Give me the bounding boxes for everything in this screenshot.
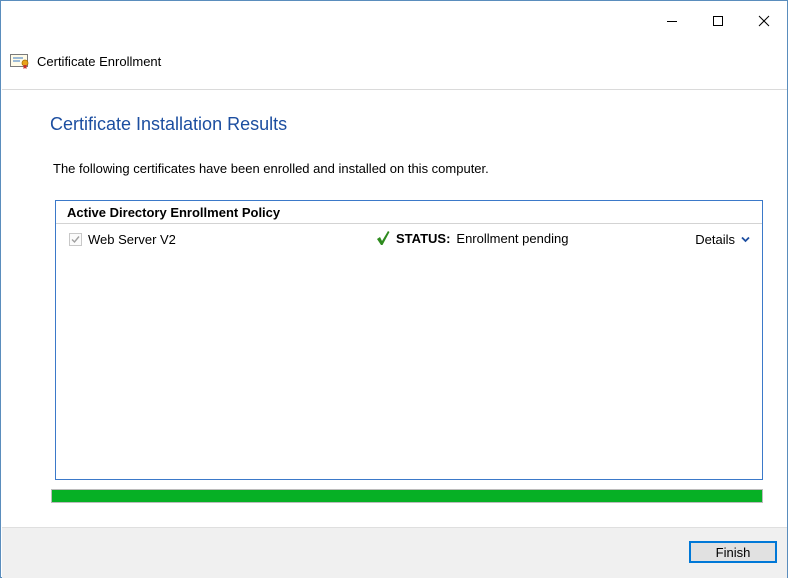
finish-button[interactable]: Finish [689, 541, 777, 563]
progress-bar [51, 489, 763, 503]
certificate-enrollment-window: Certificate Enrollment Certificate Insta… [0, 0, 788, 578]
progress-bar-fill [52, 490, 762, 502]
minimize-button[interactable] [649, 1, 695, 41]
page-description: The following certificates have been enr… [53, 161, 489, 176]
window-header: Certificate Enrollment [10, 51, 161, 71]
status-check-icon [377, 231, 390, 245]
status-label: STATUS: [396, 230, 451, 246]
window-title: Certificate Enrollment [37, 53, 162, 69]
certificate-row: Web Server V2 STATUS: Enrollment pending… [56, 224, 762, 252]
results-panel: Active Directory Enrollment Policy Web S… [55, 200, 763, 480]
maximize-button[interactable] [695, 1, 741, 41]
certificate-name: Web Server V2 [88, 232, 176, 247]
chevron-down-icon [741, 236, 750, 243]
wizard-footer: Finish [2, 527, 787, 578]
details-label: Details [695, 232, 735, 247]
wizard-content: Certificate Installation Results The fol… [2, 89, 787, 527]
certificate-checkbox [69, 233, 82, 246]
caption-buttons [649, 1, 787, 41]
maximize-icon [713, 16, 723, 26]
enrollment-status: STATUS: Enrollment pending [376, 230, 568, 246]
close-icon [758, 15, 770, 27]
checkmark-icon [71, 236, 80, 244]
close-button[interactable] [741, 1, 787, 41]
details-toggle[interactable]: Details [695, 232, 750, 247]
minimize-icon [667, 21, 677, 22]
status-value: Enrollment pending [456, 230, 569, 246]
certificate-icon [10, 54, 29, 69]
page-title: Certificate Installation Results [50, 114, 288, 134]
policy-header: Active Directory Enrollment Policy [56, 201, 762, 224]
